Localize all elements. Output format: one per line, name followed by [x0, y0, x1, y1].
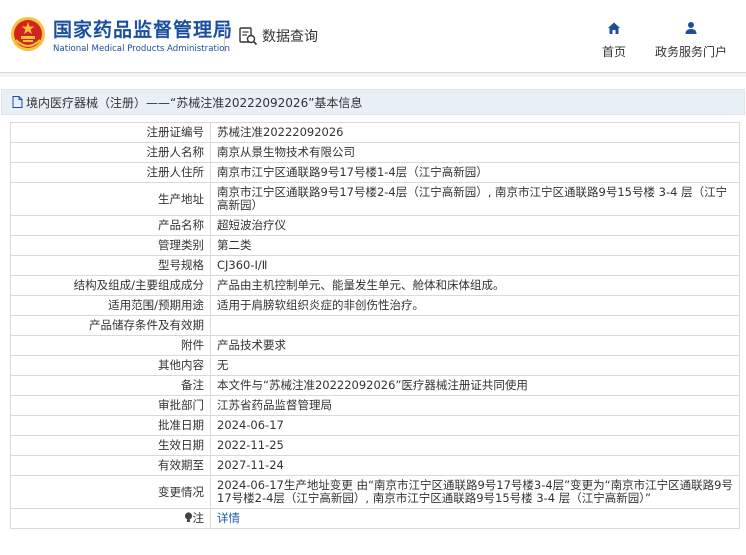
table-row: 生效日期 2022-11-25 — [10, 435, 740, 456]
field-label: 生产地址 — [10, 182, 211, 216]
field-label: 附件 — [10, 335, 211, 356]
agency-name-cn: 国家药品监督管理局 — [53, 19, 234, 41]
user-icon — [685, 22, 697, 34]
field-label: 备注 — [10, 375, 211, 396]
table-row: 有效期至 2027-11-24 — [10, 455, 740, 476]
nav-service-portal[interactable]: 政务服务门户 — [653, 20, 729, 60]
field-value: 详情 — [210, 508, 740, 529]
table-row: 产品名称 超短波治疗仪 — [10, 215, 740, 236]
breadcrumb-text: 境内医疗器械（注册）——“苏械注准20222092026”基本信息 — [26, 95, 363, 110]
note-label: 注 — [192, 511, 205, 525]
field-value: 第二类 — [210, 235, 740, 256]
field-value: 南京市江宁区通联路9号17号楼2-4层（江宁高新园）, 南京市江宁区通联路9号1… — [210, 182, 740, 216]
table-row: 结构及组成/主要组成成分 产品由主机控制单元、能量发生单元、舱体和床体组成。 — [10, 275, 740, 296]
header-strip — [0, 73, 746, 77]
field-label: 产品名称 — [10, 215, 211, 236]
agency-name-en: National Medical Products Administration — [53, 44, 230, 54]
nav-home[interactable]: 首页 — [600, 20, 628, 60]
data-query-label: 数据查询 — [262, 29, 318, 45]
field-label: 生效日期 — [10, 435, 211, 456]
field-value: 2027-11-24 — [210, 455, 740, 476]
nav-home-label: 首页 — [601, 45, 626, 59]
bulb-icon — [184, 512, 192, 522]
device-info-table: 注册证编号 苏械注准20222092026 注册人名称 南京从景生物技术有限公司 注… — [10, 122, 740, 529]
breadcrumb: 境内医疗器械（注册）——“苏械注准20222092026”基本信息 — [1, 89, 745, 115]
field-label: 批准日期 — [10, 415, 211, 436]
field-label: 管理类别 — [10, 235, 211, 256]
table-row: 备注 本文件与“苏械注准20222092026”医疗器械注册证共同使用 — [10, 375, 740, 396]
national-emblem-icon — [11, 17, 45, 51]
field-value: 南京从景生物技术有限公司 — [210, 142, 740, 163]
field-value: 适用于肩膀软组织炎症的非创伤性治疗。 — [210, 295, 740, 316]
data-query-link[interactable]: 数据查询 — [238, 26, 318, 46]
table-row: 批准日期 2024-06-17 — [10, 415, 740, 436]
field-label: 产品储存条件及有效期 — [10, 315, 211, 336]
nav-service-portal-label: 政务服务门户 — [654, 45, 727, 59]
field-value: 江苏省药品监督管理局 — [210, 395, 740, 416]
field-value: 超短波治疗仪 — [210, 215, 740, 236]
document-icon — [12, 96, 23, 108]
field-label: 结构及组成/主要组成成分 — [10, 275, 211, 296]
table-row: 注册人名称 南京从景生物技术有限公司 — [10, 142, 740, 163]
details-link[interactable]: 详情 — [217, 511, 240, 525]
home-icon — [608, 22, 620, 34]
agency-brand[interactable]: 国家药品监督管理局 National Medical Products Admi… — [53, 19, 233, 54]
table-row: 注册人住所 南京市江宁区通联路9号17号楼1-4层（江宁高新园） — [10, 162, 740, 183]
field-label: 变更情况 — [10, 475, 211, 509]
table-row: 产品储存条件及有效期 — [10, 315, 740, 336]
site-header: 国家药品监督管理局 National Medical Products Admi… — [0, 0, 746, 73]
table-row: 生产地址 南京市江宁区通联路9号17号楼2-4层（江宁高新园）, 南京市江宁区通联… — [10, 182, 740, 216]
field-value: 南京市江宁区通联路9号17号楼1-4层（江宁高新园） — [210, 162, 740, 183]
table-row: 其他内容无 — [10, 355, 740, 376]
field-label: 其他内容 — [10, 355, 211, 376]
field-value: 苏械注准20222092026 — [210, 122, 740, 143]
header-divider — [224, 22, 225, 52]
field-label-note: 注 — [10, 508, 211, 529]
table-row: 适用范围/预期用途 适用于肩膀软组织炎症的非创伤性治疗。 — [10, 295, 740, 316]
field-label: 注册人住所 — [10, 162, 211, 183]
field-value: 2022-11-25 — [210, 435, 740, 456]
field-value: 2024-06-17 — [210, 415, 740, 436]
table-row: 注 详情 — [10, 508, 740, 529]
field-label: 注册证编号 — [10, 122, 211, 143]
field-label: 注册人名称 — [10, 142, 211, 163]
field-value: CJ360-Ⅰ/Ⅱ — [210, 255, 740, 276]
table-row: 注册证编号 苏械注准20222092026 — [10, 122, 740, 143]
field-label: 有效期至 — [10, 455, 211, 476]
field-label: 审批部门 — [10, 395, 211, 416]
table-row: 审批部门 江苏省药品监督管理局 — [10, 395, 740, 416]
field-value: 无 — [210, 355, 740, 376]
field-value: 2024-06-17生产地址变更 由“南京市江宁区通联路9号17号楼3-4层”变… — [210, 475, 740, 509]
table-row: 型号规格 CJ360-Ⅰ/Ⅱ — [10, 255, 740, 276]
field-value: 产品技术要求 — [210, 335, 740, 356]
field-label: 适用范围/预期用途 — [10, 295, 211, 316]
field-label: 型号规格 — [10, 255, 211, 276]
field-value: 本文件与“苏械注准20222092026”医疗器械注册证共同使用 — [210, 375, 740, 396]
table-row: 变更情况 2024-06-17生产地址变更 由“南京市江宁区通联路9号17号楼3-… — [10, 475, 740, 509]
field-value — [210, 315, 740, 336]
table-row: 管理类别 第二类 — [10, 235, 740, 256]
table-row: 附件 产品技术要求 — [10, 335, 740, 356]
field-value: 产品由主机控制单元、能量发生单元、舱体和床体组成。 — [210, 275, 740, 296]
data-query-icon — [239, 27, 258, 46]
